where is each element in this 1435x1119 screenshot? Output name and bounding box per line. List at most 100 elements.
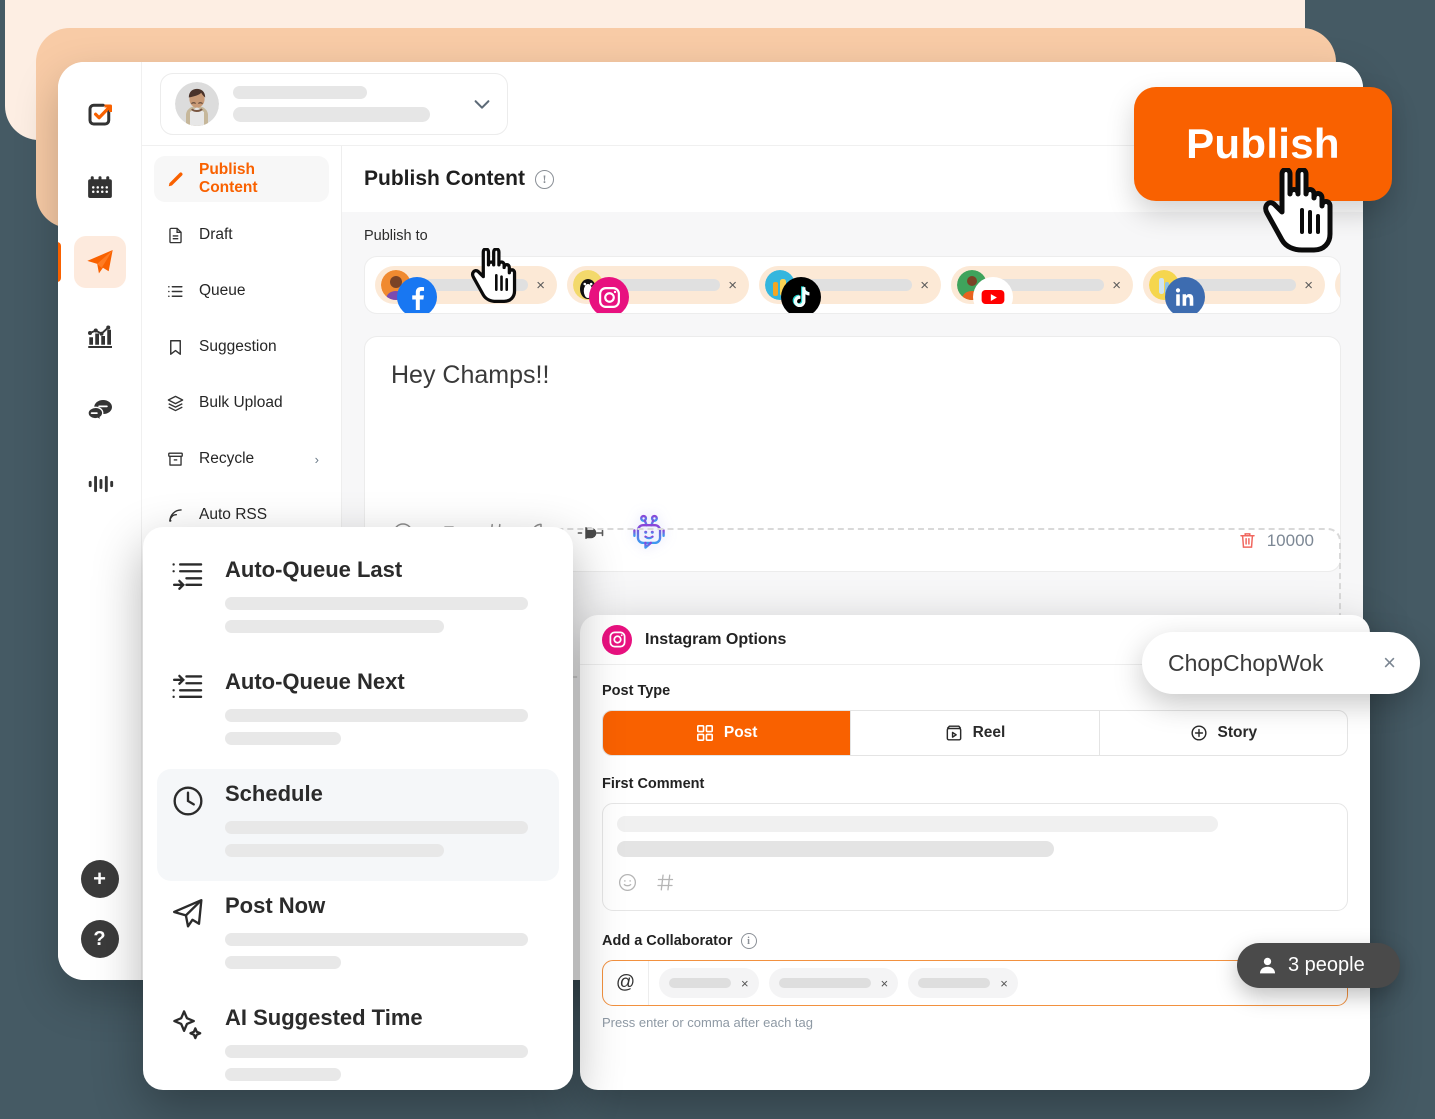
publish-to-label: Publish to [364, 228, 428, 244]
close-icon[interactable]: × [1383, 650, 1396, 676]
sidebar-item-suggestion[interactable]: Suggestion [154, 324, 329, 370]
list-icon [166, 282, 185, 301]
remove-tag-button[interactable]: × [881, 976, 889, 991]
pencil-icon [166, 170, 185, 189]
first-comment-input[interactable] [602, 803, 1348, 911]
skeleton-line [225, 1045, 528, 1058]
segment-label: Story [1217, 724, 1258, 741]
schedule-dropdown-menu: Auto-Queue Last Auto-Queue Next Schedule… [143, 527, 573, 1090]
calendar-icon [87, 176, 112, 198]
sidebar-item-label: Publish Content [199, 161, 258, 196]
collaborator-tag[interactable]: × [908, 968, 1018, 998]
account-chip-tiktok[interactable]: × [759, 266, 941, 313]
facebook-icon [397, 277, 437, 313]
first-comment-placeholder [617, 816, 1333, 857]
skeleton-line [225, 821, 528, 834]
menu-item-label: Post Now [225, 893, 326, 918]
sparkle-icon [171, 1005, 205, 1090]
first-comment-label: First Comment [602, 776, 705, 792]
queue-next-icon [171, 669, 205, 755]
help-button[interactable]: ? [80, 920, 119, 958]
sidebar-item-publish-content[interactable]: Publish Content [154, 156, 329, 202]
collaborator-tag[interactable]: × [768, 968, 899, 998]
remove-tag-button[interactable]: × [741, 976, 749, 991]
youtube-icon [973, 277, 1013, 313]
rail-item-analytics[interactable] [74, 310, 126, 362]
sidebar-item-queue[interactable]: Queue [154, 268, 329, 314]
menu-item-label: AI Suggested Time [225, 1005, 423, 1030]
remove-chip-button[interactable]: × [728, 278, 741, 293]
tasks-icon [88, 103, 112, 126]
menu-item-post-now[interactable]: Post Now [157, 881, 559, 993]
page-title: Publish Content [364, 167, 525, 190]
account-chip-linkedin[interactable]: × [1143, 266, 1325, 313]
menu-item-schedule[interactable]: Schedule [157, 769, 559, 881]
rss-icon [166, 506, 185, 525]
publish-button[interactable]: Publish [1134, 87, 1392, 201]
chevron-down-icon [474, 99, 490, 109]
grid-icon [696, 724, 713, 742]
collaborator-label: Add a Collaborator [602, 933, 733, 949]
rail-item-calendar[interactable] [74, 162, 126, 214]
sidebar-item-label: Recycle [199, 450, 255, 467]
segment-label: Reel [972, 724, 1006, 741]
remove-chip-button[interactable]: × [920, 278, 933, 293]
profile-selector[interactable] [160, 72, 508, 135]
menu-item-auto-queue-next[interactable]: Auto-Queue Next [157, 657, 559, 769]
skeleton-line [225, 597, 528, 610]
sidebar-item-bulk-upload[interactable]: Bulk Upload [154, 380, 329, 426]
reel-icon [946, 725, 961, 741]
tiktok-icon [781, 277, 821, 313]
skeleton-line [225, 620, 444, 633]
post-type-segmented-control: Post Reel Story [602, 710, 1348, 756]
rail-item-inbox[interactable] [74, 384, 126, 436]
menu-item-auto-queue-last[interactable]: Auto-Queue Last [157, 545, 559, 657]
menu-item-label: Auto-Queue Last [225, 557, 403, 582]
post-type-post[interactable]: Post [603, 711, 852, 755]
info-icon[interactable]: ! [535, 169, 554, 189]
sidebar-item-recycle[interactable]: Recycle › [154, 436, 329, 482]
remove-chip-button[interactable]: × [536, 278, 549, 293]
linkedin-icon [1165, 277, 1205, 313]
skeleton-line [225, 933, 528, 946]
collaborator-tag[interactable]: × [659, 968, 759, 998]
sidebar-item-label: Auto RSS [199, 506, 268, 523]
sidebar-item-draft[interactable]: Draft [154, 212, 329, 258]
chevron-right-icon: › [314, 451, 319, 467]
hashtag-icon[interactable] [655, 872, 676, 898]
post-type-story[interactable]: Story [1100, 711, 1347, 755]
remove-tag-button[interactable]: × [1000, 976, 1008, 991]
remove-chip-button[interactable]: × [1304, 278, 1317, 293]
remove-chip-button[interactable]: × [1112, 278, 1125, 293]
rail-item-listening[interactable] [74, 458, 126, 510]
rail-item-publish[interactable] [58, 236, 126, 288]
instagram-icon [589, 277, 629, 313]
sidebar-item-label: Queue [199, 282, 246, 299]
post-type-reel[interactable]: Reel [851, 711, 1100, 755]
menu-item-ai-suggested-time[interactable]: AI Suggested Time [157, 993, 559, 1090]
listening-icon [88, 475, 113, 493]
avatar [175, 81, 219, 126]
info-icon[interactable]: i [740, 933, 757, 949]
analytics-icon [87, 325, 112, 348]
more-accounts-chip[interactable]: +5 [1335, 266, 1340, 304]
skeleton-line [225, 956, 341, 969]
clock-icon [171, 781, 205, 867]
skeleton-line [225, 1068, 341, 1081]
add-button[interactable]: + [80, 860, 119, 898]
person-icon [1259, 957, 1276, 974]
document-icon [166, 226, 185, 245]
profile-placeholder [233, 85, 457, 122]
emoji-icon[interactable] [617, 872, 638, 898]
menu-item-label: Schedule [225, 781, 323, 806]
skeleton-line [225, 709, 528, 722]
sidebar-item-label: Bulk Upload [199, 394, 283, 411]
sidebar-item-label: Suggestion [199, 338, 277, 355]
account-chip-facebook[interactable]: × [375, 266, 557, 313]
publish-icon [86, 250, 113, 274]
account-chip-instagram[interactable]: × [567, 266, 749, 313]
skeleton-line [225, 732, 341, 745]
rail-item-tasks[interactable] [74, 88, 126, 140]
screenshot-root: + ? Publish Content Draft Queue Suggesti… [0, 0, 1435, 1119]
account-chip-youtube[interactable]: × [951, 266, 1133, 313]
